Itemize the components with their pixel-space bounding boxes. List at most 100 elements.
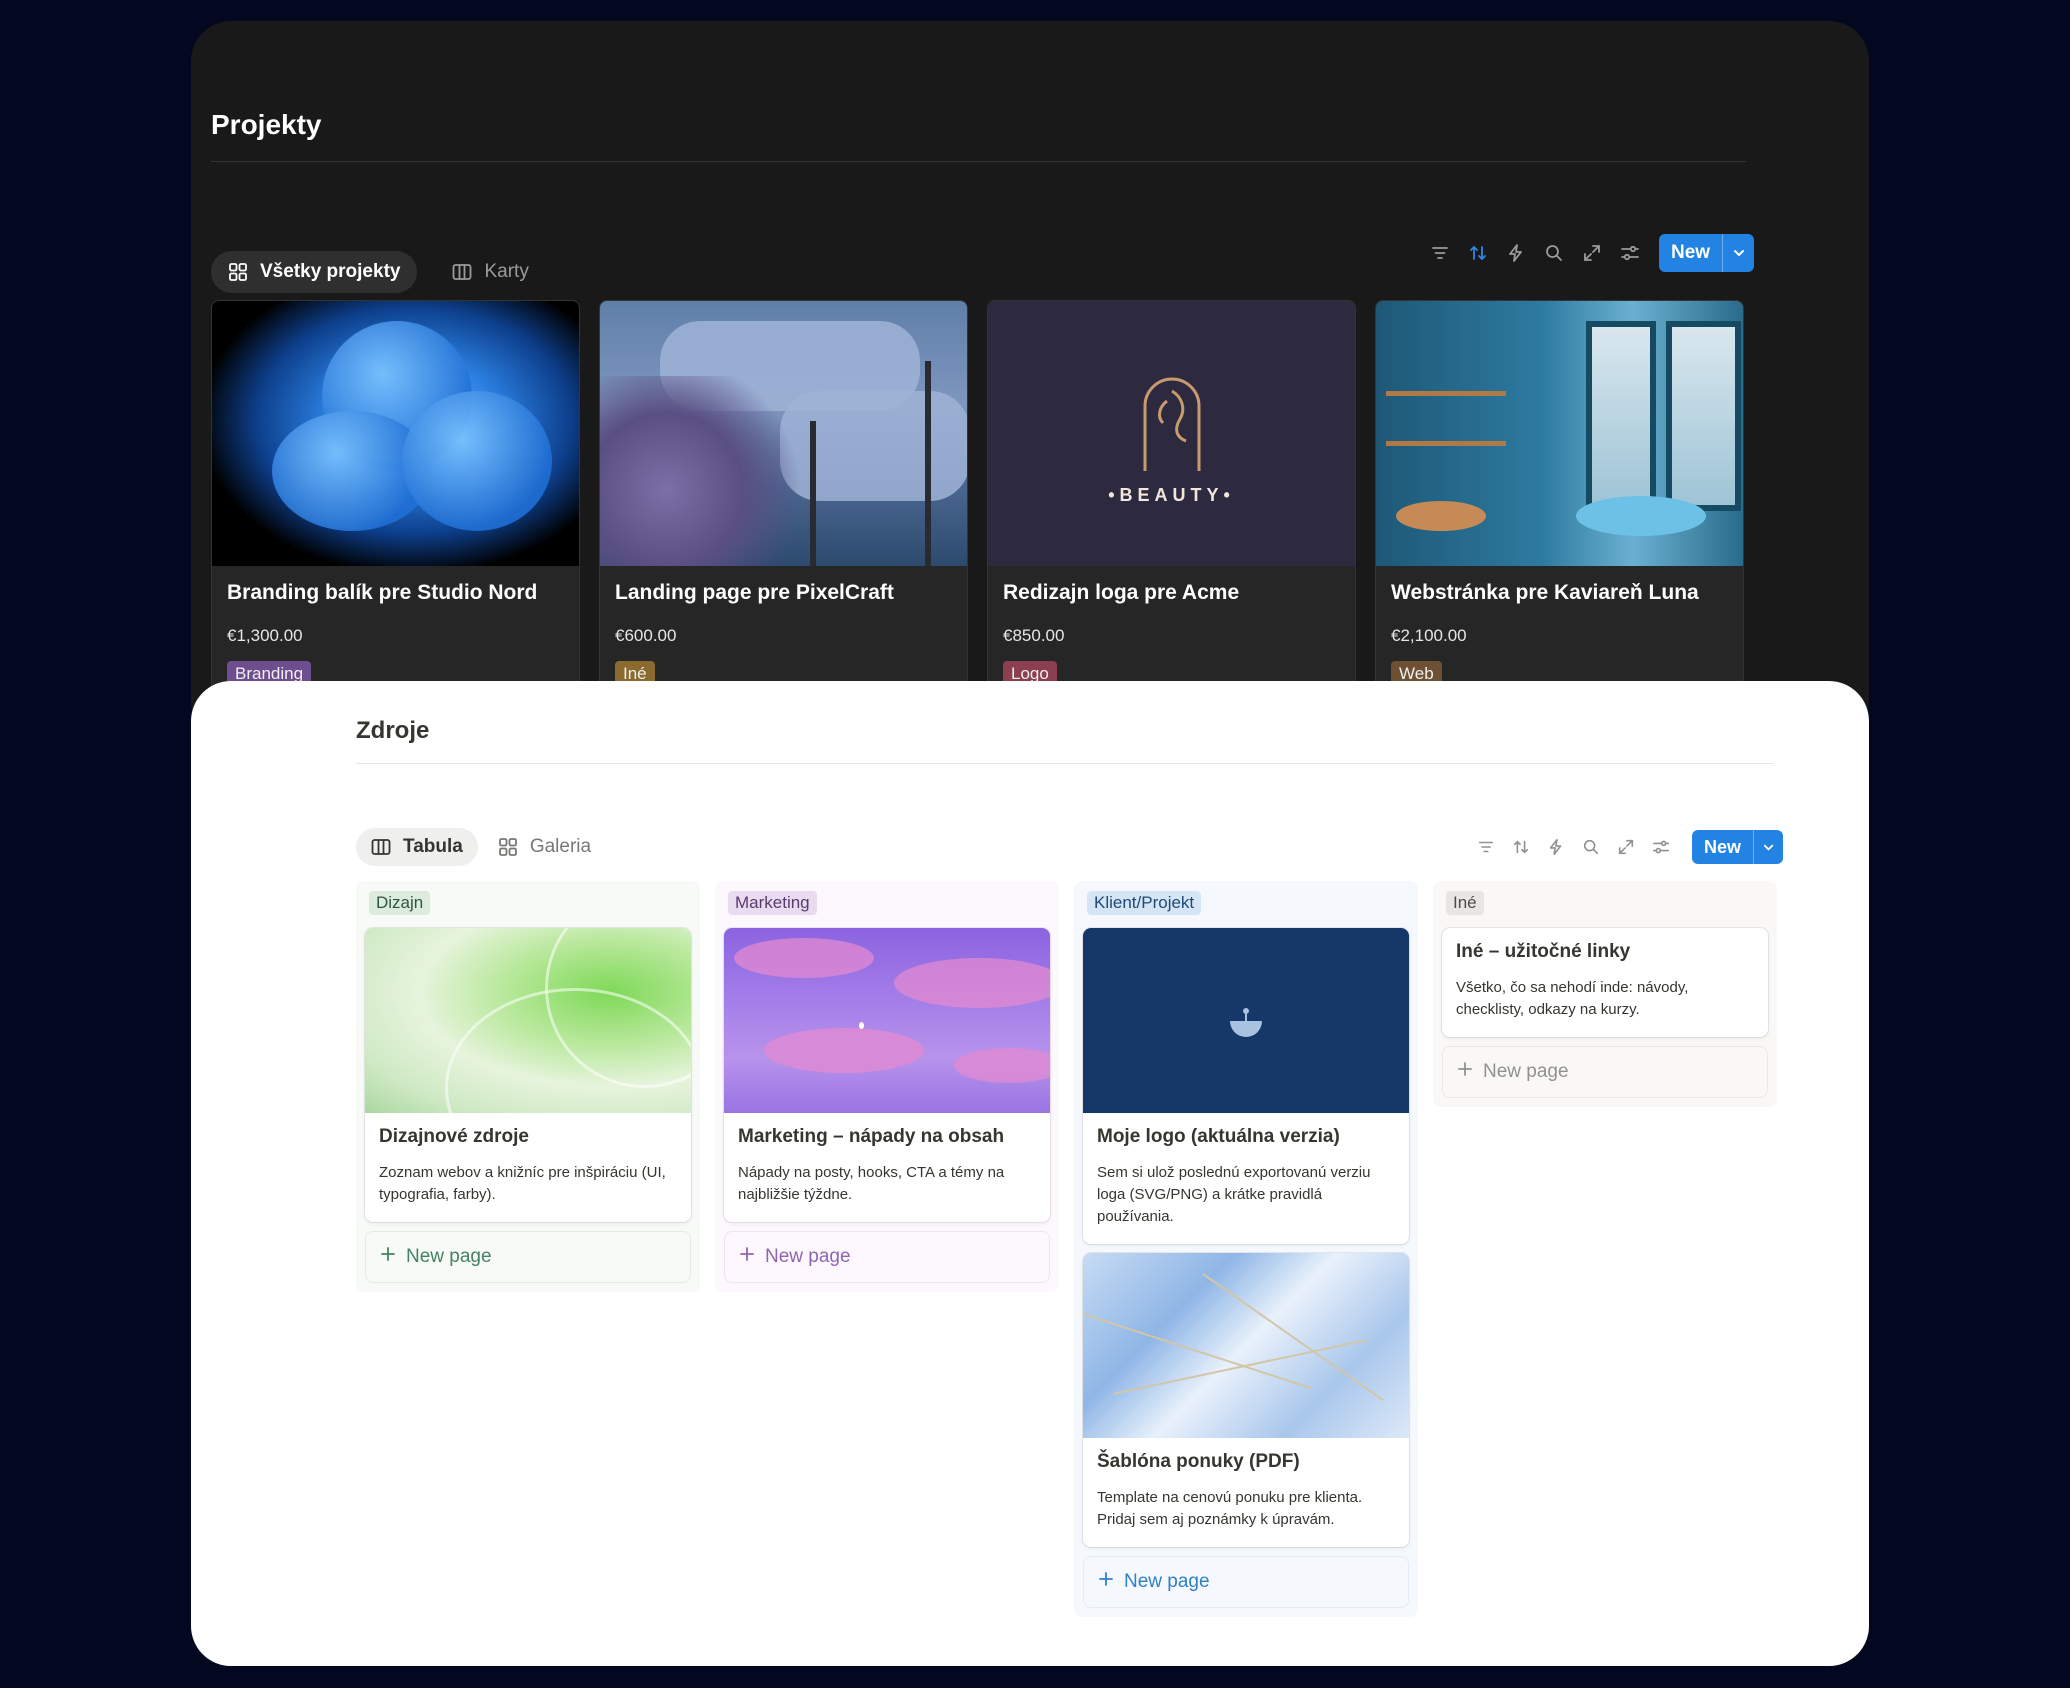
tab-label: Galeria — [529, 836, 592, 857]
new-button[interactable]: New — [1659, 234, 1755, 272]
board-card[interactable]: Dizajnové zdroje Zoznam webov a knižníc … — [365, 928, 691, 1222]
cover-image — [600, 301, 967, 566]
card-title: Landing page pre PixelCraft — [615, 581, 894, 604]
cover-image — [365, 928, 691, 1113]
card-price: €850.00 — [1003, 626, 1065, 645]
cover-image — [1083, 928, 1409, 1113]
page-title: Zdroje — [356, 717, 430, 744]
automation-bolt-icon[interactable] — [1538, 828, 1573, 866]
expand-icon[interactable] — [1573, 234, 1611, 272]
cover-image — [724, 928, 1050, 1113]
plus-icon — [1098, 1571, 1114, 1593]
cover-image — [1083, 1253, 1409, 1438]
gallery-card[interactable]: •BEAUTY• Redizajn loga pre Acme €850.00 … — [987, 300, 1356, 730]
cover-image: •BEAUTY• — [988, 301, 1355, 566]
tab-label: Karty — [484, 261, 529, 282]
projects-panel: Projekty Všetky projekty Karty New Brand… — [191, 21, 1869, 741]
project-gallery: Branding balík pre Studio Nord €1,300.00… — [211, 300, 1744, 730]
board-column-ine: Iné Iné – užitočné linky Všetko, čo sa n… — [1433, 881, 1777, 1107]
card-title: Moje logo (aktuálna verzia) — [1097, 1126, 1340, 1147]
new-button[interactable]: New — [1692, 830, 1784, 864]
new-page-label: New page — [1124, 1571, 1210, 1592]
card-title: Dizajnové zdroje — [379, 1126, 529, 1147]
expand-icon[interactable] — [1608, 828, 1643, 866]
column-label[interactable]: Iné — [1446, 891, 1484, 915]
card-title: Iné – užitočné linky — [1456, 941, 1631, 962]
card-title: Marketing – nápady na obsah — [738, 1126, 1005, 1147]
board-columns-icon — [371, 837, 391, 857]
chevron-down-icon[interactable] — [1722, 234, 1754, 272]
gallery-card[interactable]: Landing page pre PixelCraft €600.00 Iné — [599, 300, 968, 730]
plus-icon — [380, 1246, 396, 1268]
card-title: Redizajn loga pre Acme — [1003, 581, 1240, 604]
board-card[interactable]: Iné – užitočné linky Všetko, čo sa nehod… — [1442, 928, 1768, 1037]
cover-image — [212, 301, 579, 566]
logo-wordmark: •BEAUTY• — [1108, 485, 1235, 505]
board-column-klient-projekt: Klient/Projekt Moje logo (aktuálna verzi… — [1074, 881, 1418, 1617]
view-tabs: Všetky projekty Karty — [211, 251, 546, 293]
tab-label: Tabula — [403, 836, 463, 857]
board-card[interactable]: Šablóna ponuky (PDF) Template na cenovú … — [1083, 1253, 1409, 1547]
settings-sliders-icon[interactable] — [1611, 234, 1649, 272]
column-label[interactable]: Dizajn — [369, 891, 431, 915]
tab-tabula[interactable]: Tabula — [356, 828, 478, 866]
page-title: Projekty — [211, 109, 322, 140]
tab-label: Všetky projekty — [260, 261, 401, 282]
resources-panel: Zdroje Tabula Galeria New Dizajn Dizajno… — [191, 681, 1869, 1666]
card-title: Šablóna ponuky (PDF) — [1097, 1451, 1300, 1472]
card-description: Zoznam webov a knižníc pre inšpiráciu (U… — [379, 1164, 666, 1203]
new-page-label: New page — [765, 1246, 851, 1267]
tab-karty[interactable]: Karty — [435, 251, 545, 293]
chevron-down-icon[interactable] — [1753, 830, 1783, 864]
card-description: Všetko, čo sa nehodí inde: návody, check… — [1456, 979, 1689, 1018]
settings-sliders-icon[interactable] — [1643, 828, 1678, 866]
card-price: €1,300.00 — [227, 626, 303, 645]
tab-galeria[interactable]: Galeria — [492, 828, 597, 866]
new-button-label: New — [1671, 242, 1711, 263]
card-description: Template na cenovú ponuku pre klienta. P… — [1097, 1489, 1363, 1528]
title-divider — [211, 161, 1746, 162]
gallery-card[interactable]: Webstránka pre Kaviareň Luna €2,100.00 W… — [1375, 300, 1744, 730]
filter-icon[interactable] — [1468, 828, 1503, 866]
view-toolbar: New — [1468, 828, 1784, 866]
card-title: Webstránka pre Kaviareň Luna — [1391, 581, 1699, 604]
gallery-card[interactable]: Branding balík pre Studio Nord €1,300.00… — [211, 300, 580, 730]
new-page-label: New page — [1483, 1061, 1569, 1082]
card-price: €2,100.00 — [1391, 626, 1467, 645]
gallery-grid-icon — [228, 262, 248, 282]
new-page-label: New page — [406, 1246, 492, 1267]
new-page-button[interactable]: New page — [724, 1231, 1050, 1283]
new-page-button[interactable]: New page — [365, 1231, 691, 1283]
new-page-button[interactable]: New page — [1083, 1556, 1409, 1608]
automation-bolt-icon[interactable] — [1497, 234, 1535, 272]
board-columns-icon — [452, 262, 472, 282]
card-description: Nápady na posty, hooks, CTA a témy na na… — [738, 1164, 1005, 1203]
column-label[interactable]: Marketing — [728, 891, 817, 915]
title-divider — [356, 763, 1774, 764]
search-icon[interactable] — [1535, 234, 1573, 272]
plus-icon — [1457, 1061, 1473, 1083]
board-column-dizajn: Dizajn Dizajnové zdroje Zoznam webov a k… — [356, 881, 700, 1292]
card-title: Branding balík pre Studio Nord — [227, 581, 538, 604]
view-toolbar: New — [1421, 234, 1755, 272]
beauty-logo-icon — [1143, 377, 1200, 471]
sort-icon[interactable] — [1459, 234, 1497, 272]
card-price: €600.00 — [615, 626, 677, 645]
plus-icon — [739, 1246, 755, 1268]
board-column-marketing: Marketing Marketing – nápady na obsah Ná… — [715, 881, 1059, 1292]
tab-vsetky-projekty[interactable]: Všetky projekty — [211, 251, 418, 293]
moon-logo-icon — [1230, 1007, 1262, 1037]
cover-image — [1376, 301, 1743, 566]
column-label[interactable]: Klient/Projekt — [1087, 891, 1202, 915]
view-tabs: Tabula Galeria — [356, 828, 597, 866]
filter-icon[interactable] — [1421, 234, 1459, 272]
sort-icon[interactable] — [1503, 828, 1538, 866]
new-button-label: New — [1704, 836, 1742, 857]
gallery-grid-icon — [498, 837, 518, 857]
new-page-button[interactable]: New page — [1442, 1046, 1768, 1098]
search-icon[interactable] — [1573, 828, 1608, 866]
board-card[interactable]: Marketing – nápady na obsah Nápady na po… — [724, 928, 1050, 1222]
kanban-board: Dizajn Dizajnové zdroje Zoznam webov a k… — [356, 881, 1777, 1617]
card-description: Sem si ulož poslednú exportovanú verziu … — [1097, 1164, 1371, 1225]
board-card[interactable]: Moje logo (aktuálna verzia) Sem si ulož … — [1083, 928, 1409, 1244]
